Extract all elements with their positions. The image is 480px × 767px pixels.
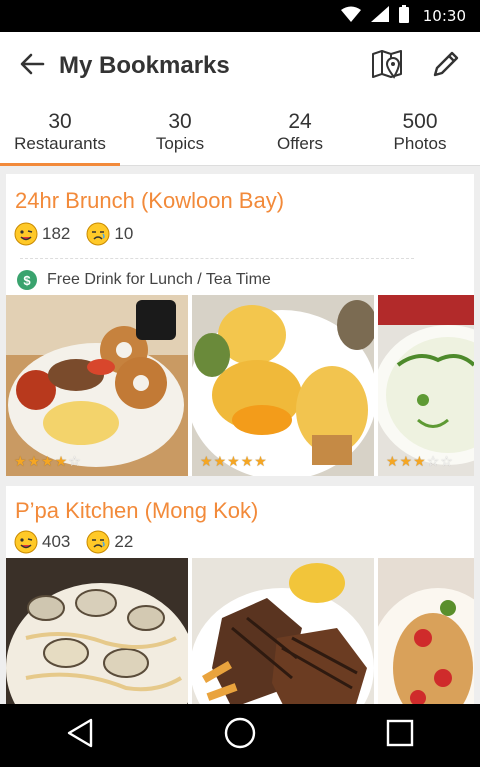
- star-icon: ★: [254, 453, 267, 469]
- offer-text: Free Drink for Lunch / Tea Time: [47, 271, 271, 288]
- star-icon: ★: [399, 453, 413, 469]
- food-photo[interactable]: ★ ★ ★ ☆ ☆: [378, 295, 474, 476]
- cry-face-icon: [86, 222, 110, 246]
- map-pin-icon: [371, 49, 405, 84]
- cry-count: 10: [114, 224, 134, 243]
- star-icon: ★: [386, 453, 399, 469]
- review-counts: 182 10: [14, 222, 149, 246]
- tab-label: Topics: [155, 134, 205, 153]
- back-triangle-icon: [65, 717, 95, 754]
- rating-stars: ★ ★ ★ ★ ☆: [14, 454, 81, 468]
- photo-strip[interactable]: ★ ★ ★ ★ ☆ ★ ★ ★ ★ ★ ★ ★ ★ ☆ ☆: [6, 295, 474, 476]
- star-icon: ★: [27, 453, 41, 469]
- review-counts: 403 22: [14, 530, 149, 554]
- restaurant-card[interactable]: P’pa Kitchen (Mong Kok) 403 22: [6, 486, 474, 704]
- tab-label: Offers: [277, 134, 323, 153]
- restaurant-card[interactable]: 24hr Brunch (Kowloon Bay) 182 10 $ Free …: [6, 174, 474, 476]
- back-button[interactable]: [14, 50, 50, 82]
- smile-count: 182: [42, 224, 71, 243]
- system-nav-bar: [0, 704, 480, 767]
- food-photo[interactable]: ★ ★ ★ ★ ☆: [6, 295, 188, 476]
- star-empty-icon: ☆: [68, 453, 81, 469]
- bookmark-list[interactable]: 24hr Brunch (Kowloon Bay) 182 10 $ Free …: [0, 166, 480, 704]
- signal-icon: [370, 5, 389, 27]
- pencil-icon: [431, 49, 461, 84]
- tab-offers[interactable]: 24 Offers: [240, 100, 360, 166]
- dollar-icon: $: [17, 270, 37, 290]
- nav-recents-button[interactable]: [370, 711, 430, 761]
- star-icon: ★: [41, 453, 54, 469]
- rating-stars: ★ ★ ★ ☆ ☆: [386, 454, 453, 468]
- smile-face-icon: [14, 222, 38, 246]
- page-title: My Bookmarks: [59, 52, 230, 79]
- star-icon: ★: [413, 453, 426, 469]
- smile-face-icon: [14, 530, 38, 554]
- restaurant-name[interactable]: P’pa Kitchen (Mong Kok): [15, 498, 258, 524]
- status-time: 10:30: [422, 7, 466, 25]
- status-icons: 10:30: [340, 0, 466, 32]
- offer-row[interactable]: $ Free Drink for Lunch / Tea Time: [17, 270, 271, 290]
- tab-bar: 30 Restaurants 30 Topics 24 Offers 500 P…: [0, 100, 480, 167]
- home-circle-icon: [223, 716, 257, 755]
- star-icon: ★: [213, 453, 227, 469]
- tab-label: Restaurants: [14, 134, 106, 153]
- tab-count: 500: [402, 110, 438, 133]
- food-photo[interactable]: [192, 558, 374, 704]
- cry-face-icon: [86, 530, 110, 554]
- food-photo[interactable]: [6, 558, 188, 704]
- food-photo[interactable]: ★ ★ ★ ★ ★: [192, 295, 374, 476]
- tab-count: 30: [48, 110, 72, 133]
- tab-restaurants[interactable]: 30 Restaurants: [0, 100, 120, 167]
- star-icon: ★: [227, 453, 240, 469]
- recents-square-icon: [385, 718, 415, 753]
- tab-count: 30: [168, 110, 192, 133]
- arrow-left-icon: [19, 53, 45, 80]
- battery-icon: [398, 4, 409, 28]
- nav-home-button[interactable]: [210, 711, 270, 761]
- smile-count: 403: [42, 532, 71, 551]
- star-icon: ★: [14, 453, 27, 469]
- edit-button[interactable]: [424, 46, 468, 86]
- star-icon: ★: [200, 453, 213, 469]
- divider: [20, 258, 414, 259]
- star-icon: ★: [54, 453, 68, 469]
- nav-back-button[interactable]: [50, 711, 110, 761]
- app-bar: My Bookmarks: [0, 32, 480, 100]
- food-photo[interactable]: [378, 558, 474, 704]
- map-button[interactable]: [366, 46, 410, 86]
- tab-photos[interactable]: 500 Photos: [360, 100, 480, 166]
- rating-stars: ★ ★ ★ ★ ★: [200, 454, 267, 468]
- status-bar: 10:30: [0, 0, 480, 32]
- photo-strip[interactable]: [6, 558, 474, 704]
- star-icon: ★: [240, 453, 254, 469]
- tab-count: 24: [288, 110, 312, 133]
- cry-count: 22: [114, 532, 134, 551]
- restaurant-name[interactable]: 24hr Brunch (Kowloon Bay): [15, 188, 284, 214]
- star-empty-icon: ☆: [440, 453, 453, 469]
- wifi-icon: [340, 6, 361, 27]
- tab-topics[interactable]: 30 Topics: [120, 100, 240, 166]
- tab-label: Photos: [393, 134, 447, 153]
- star-empty-icon: ☆: [426, 453, 440, 469]
